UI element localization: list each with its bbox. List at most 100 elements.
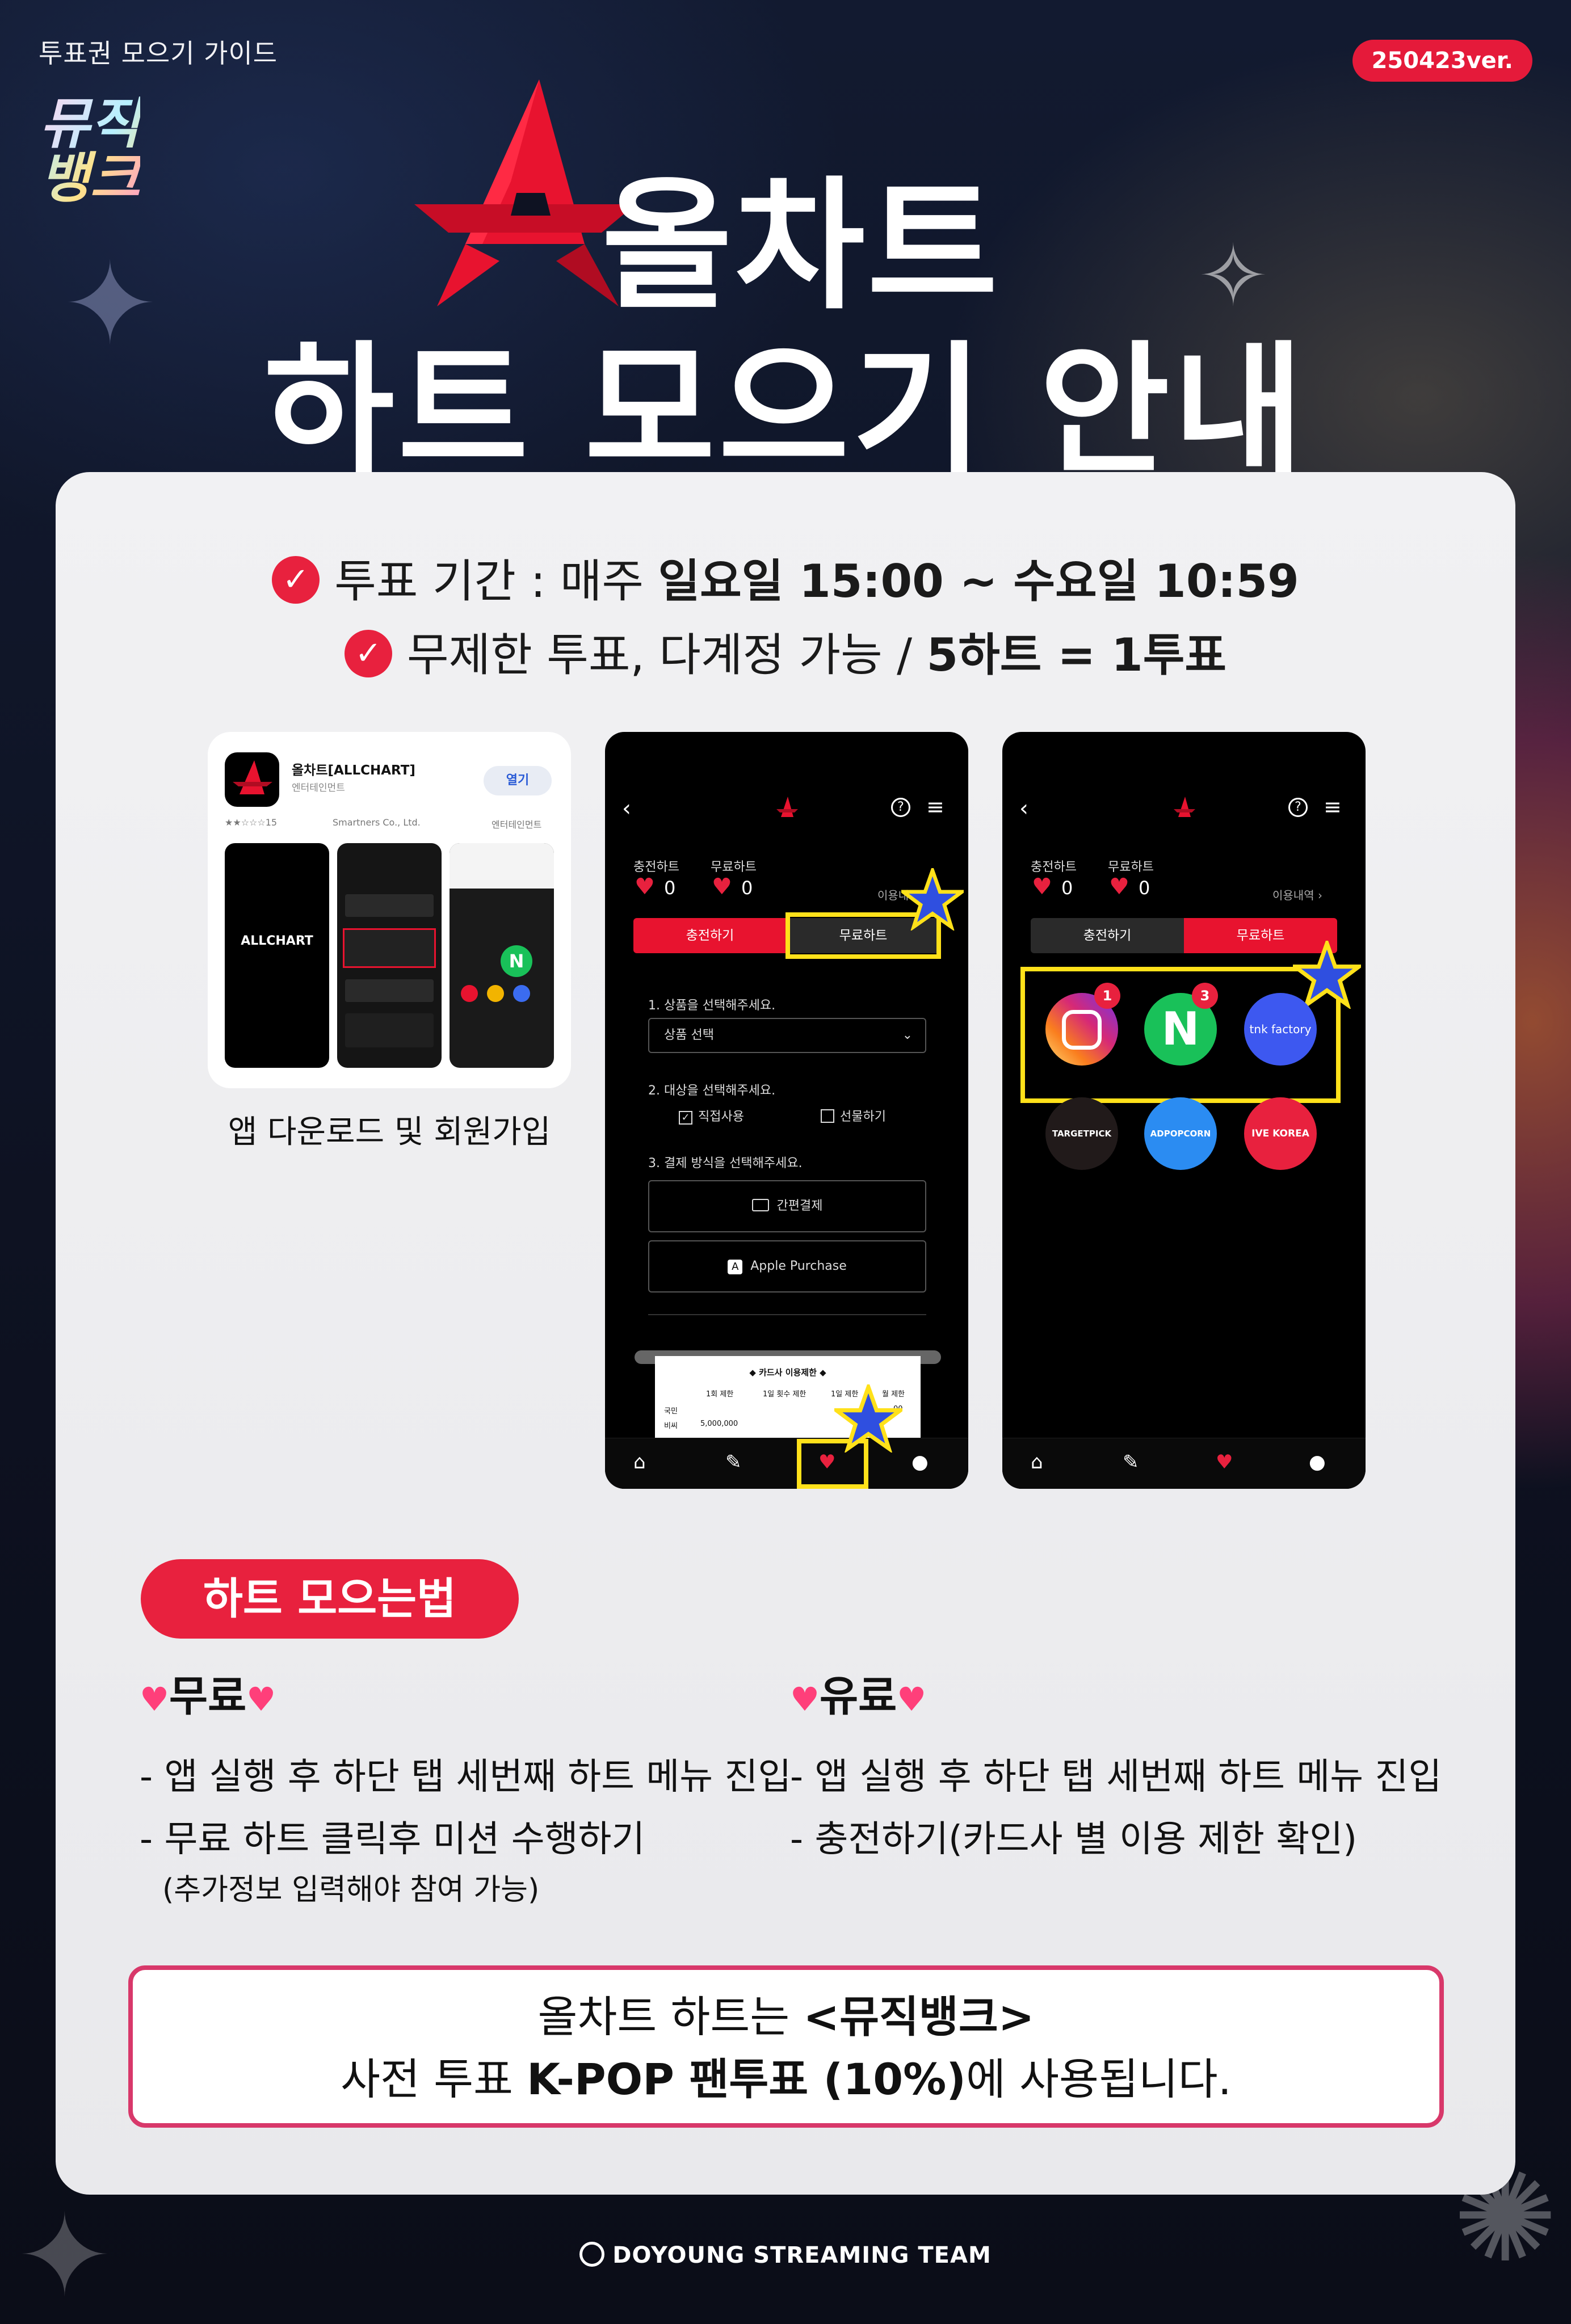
vote-rules-value: 5하트 = 1투표 [926, 629, 1226, 681]
free-heart-label: 무료하트 [711, 860, 757, 874]
simple-pay-button[interactable]: 간편결제 [648, 1180, 926, 1232]
howto-pill: 하트 모으는법 [141, 1559, 519, 1639]
title-line-2: 하트 모으기 안내 [263, 328, 1308, 493]
charged-heart-label: 충전하트 [1031, 860, 1077, 874]
option-gift[interactable]: 선물하기 [821, 1106, 886, 1125]
notice-bold: <뮤직뱅크> [803, 1992, 1035, 2042]
product-select-value: 상품 선택 [664, 1028, 714, 1042]
heart-icon: ♥ [246, 1680, 276, 1719]
simple-pay-label: 간편결제 [776, 1199, 823, 1213]
apple-purchase-button[interactable]: A Apple Purchase [648, 1240, 926, 1292]
screenshot-offerwall: N [450, 843, 554, 1068]
app-store-listing: 올차트[ALLCHART] 엔터테인먼트 열기 ★★☆☆☆15 Smartner… [208, 732, 571, 1088]
tab-charge[interactable]: 충전하기 [1031, 918, 1184, 953]
free-heart-count: 0 [1139, 877, 1150, 899]
music-bank-logo: 뮤직뱅크 [40, 96, 187, 205]
app-rating: ★★☆☆☆15 [225, 817, 278, 828]
heart-icon: ♥ [712, 874, 732, 900]
app-name: 올차트[ALLCHART] [292, 763, 415, 778]
menu-icon[interactable]: ≡ [1324, 794, 1342, 819]
notice-line-2: 사전 투표 K-POP 팬투표 (10%)에 사용됩니다. [133, 2048, 1439, 2111]
check-icon: ✓ [345, 630, 392, 678]
guide-tag: 투표권 모으기 가이드 [39, 38, 278, 69]
card-icon [751, 1199, 769, 1211]
option-self-use[interactable]: ✓ 직접사용 [679, 1106, 744, 1125]
home-icon[interactable]: ⌂ [633, 1451, 646, 1473]
charged-heart-count: 0 [664, 877, 676, 899]
vote-icon[interactable]: ✎ [725, 1451, 742, 1473]
app-icon [225, 752, 279, 807]
receipt-cell: 5,000,000 [700, 1420, 738, 1428]
splash-logo-text: ALLCHART [241, 934, 313, 948]
user-icon[interactable]: ● [1309, 1451, 1326, 1473]
chevron-down-icon: ⌄ [902, 1028, 913, 1042]
receipt-col: 1일 횟수 제한 [763, 1390, 806, 1399]
chevron-left-icon[interactable]: ‹ [1019, 795, 1028, 822]
history-link[interactable]: 이용내역 › [1272, 886, 1322, 903]
star-icon [834, 1384, 902, 1452]
allchart-logo-icon [776, 797, 798, 817]
free-step-2: - 무료 하트 클릭후 미션 수행하기 [140, 1818, 645, 1860]
heart-icon: ♥ [1109, 874, 1129, 900]
free-title: ♥무료♥ [140, 1662, 276, 1723]
receipt-row-name: 국민 [664, 1407, 678, 1416]
heart-icon[interactable]: ♥ [1216, 1451, 1233, 1473]
screenshot-chart [337, 843, 442, 1068]
tab-charge[interactable]: 충전하기 [633, 918, 787, 953]
notice-bold: K-POP 팬투표 (10%) [527, 2054, 967, 2104]
help-icon[interactable]: ? [1288, 798, 1308, 817]
open-button[interactable]: 열기 [484, 766, 552, 795]
vote-rules-label: 무제한 투표, 다계정 가능 / [407, 629, 927, 681]
star-icon [1293, 941, 1361, 1009]
help-icon[interactable]: ? [891, 798, 910, 817]
appstore-icon: A [728, 1260, 743, 1274]
notice-line-1: 올차트 하트는 <뮤직뱅크> [133, 1986, 1439, 2048]
paid-title: ♥유료♥ [790, 1662, 926, 1723]
paid-step-2: - 충전하기(카드사 별 이용 제한 확인) [790, 1818, 1358, 1860]
check-icon: ✓ [272, 556, 320, 604]
menu-icon[interactable]: ≡ [926, 794, 944, 819]
paid-title-text: 유료 [820, 1672, 897, 1721]
free-step-note: (추가정보 입력해야 참여 가능) [162, 1873, 540, 1907]
tnk-factory-icon[interactable]: tnk factory [1244, 993, 1317, 1066]
allchart-logo-icon [1174, 797, 1195, 817]
targetpick-icon[interactable]: TARGETPICK [1045, 1097, 1118, 1170]
version-badge: 250423ver. [1352, 40, 1532, 82]
paid-step-1: - 앱 실행 후 하단 탭 세번째 하트 메뉴 진입 [790, 1756, 1442, 1798]
heart-icon: ♥ [1032, 874, 1052, 900]
checkbox-checked-icon[interactable]: ✓ [679, 1111, 692, 1125]
download-caption: 앱 다운로드 및 회원가입 [228, 1114, 551, 1151]
top-nav: ‹ ? ≡ [1002, 794, 1366, 828]
step-3-label: 3. 결제 방식을 선택해주세요. [648, 1156, 803, 1171]
chevron-left-icon[interactable]: ‹ [622, 795, 631, 822]
free-heart-label: 무료하트 [1108, 860, 1154, 874]
music-bank-logo-text: 뮤직뱅크 [40, 92, 140, 210]
heart-icon: ♥ [140, 1680, 169, 1719]
bottom-tab-bar: ⌂ ✎ ♥ ● [1002, 1438, 1366, 1489]
product-select[interactable]: 상품 선택 ⌄ [648, 1018, 926, 1053]
vote-icon[interactable]: ✎ [1123, 1451, 1139, 1473]
adpopcorn-icon[interactable]: ADPOPCORN [1144, 1097, 1217, 1170]
free-title-text: 무료 [169, 1672, 247, 1721]
home-icon[interactable]: ⌂ [1031, 1451, 1043, 1473]
notice-text: 사전 투표 [341, 2054, 527, 2104]
top-nav: ‹ ? ≡ [605, 794, 968, 828]
notification-badge: 3 [1192, 983, 1218, 1009]
user-icon[interactable]: ● [911, 1451, 929, 1473]
screenshot-splash: ALLCHART [225, 843, 329, 1068]
vote-rules: ✓ 무제한 투표, 다계정 가능 / 5하트 = 1투표 [0, 618, 1571, 684]
notification-badge: 1 [1094, 983, 1120, 1009]
notice-text: 올차트 하트는 [537, 1992, 804, 2042]
bottom-tab-bar: ⌂ ✎ ♥ ● [605, 1438, 968, 1489]
step-2-label: 2. 대상을 선택해주세요. [648, 1084, 776, 1098]
vote-period-label: 투표 기간 : 매주 [334, 555, 658, 608]
checkbox-icon[interactable] [821, 1109, 834, 1123]
receipt-row-name: 비씨 [664, 1422, 678, 1430]
notice-box: 올차트 하트는 <뮤직뱅크> 사전 투표 K-POP 팬투표 (10%)에 사용… [128, 1965, 1444, 2128]
step-1-label: 1. 상품을 선택해주세요. [648, 999, 776, 1013]
receipt-title: ◆ 카드사 이용제한 ◆ [749, 1367, 826, 1378]
charged-heart-label: 충전하트 [633, 860, 679, 874]
ivekorea-icon[interactable]: IVE KOREA [1244, 1097, 1317, 1170]
phone-charge-screen: ‹ ? ≡ 충전하트 무료하트 ♥ 0 ♥ 0 이용내 충전하기 무료하트 1.… [605, 732, 968, 1489]
vote-period-value: 일요일 15:00 ~ 수요일 10:59 [658, 555, 1299, 608]
